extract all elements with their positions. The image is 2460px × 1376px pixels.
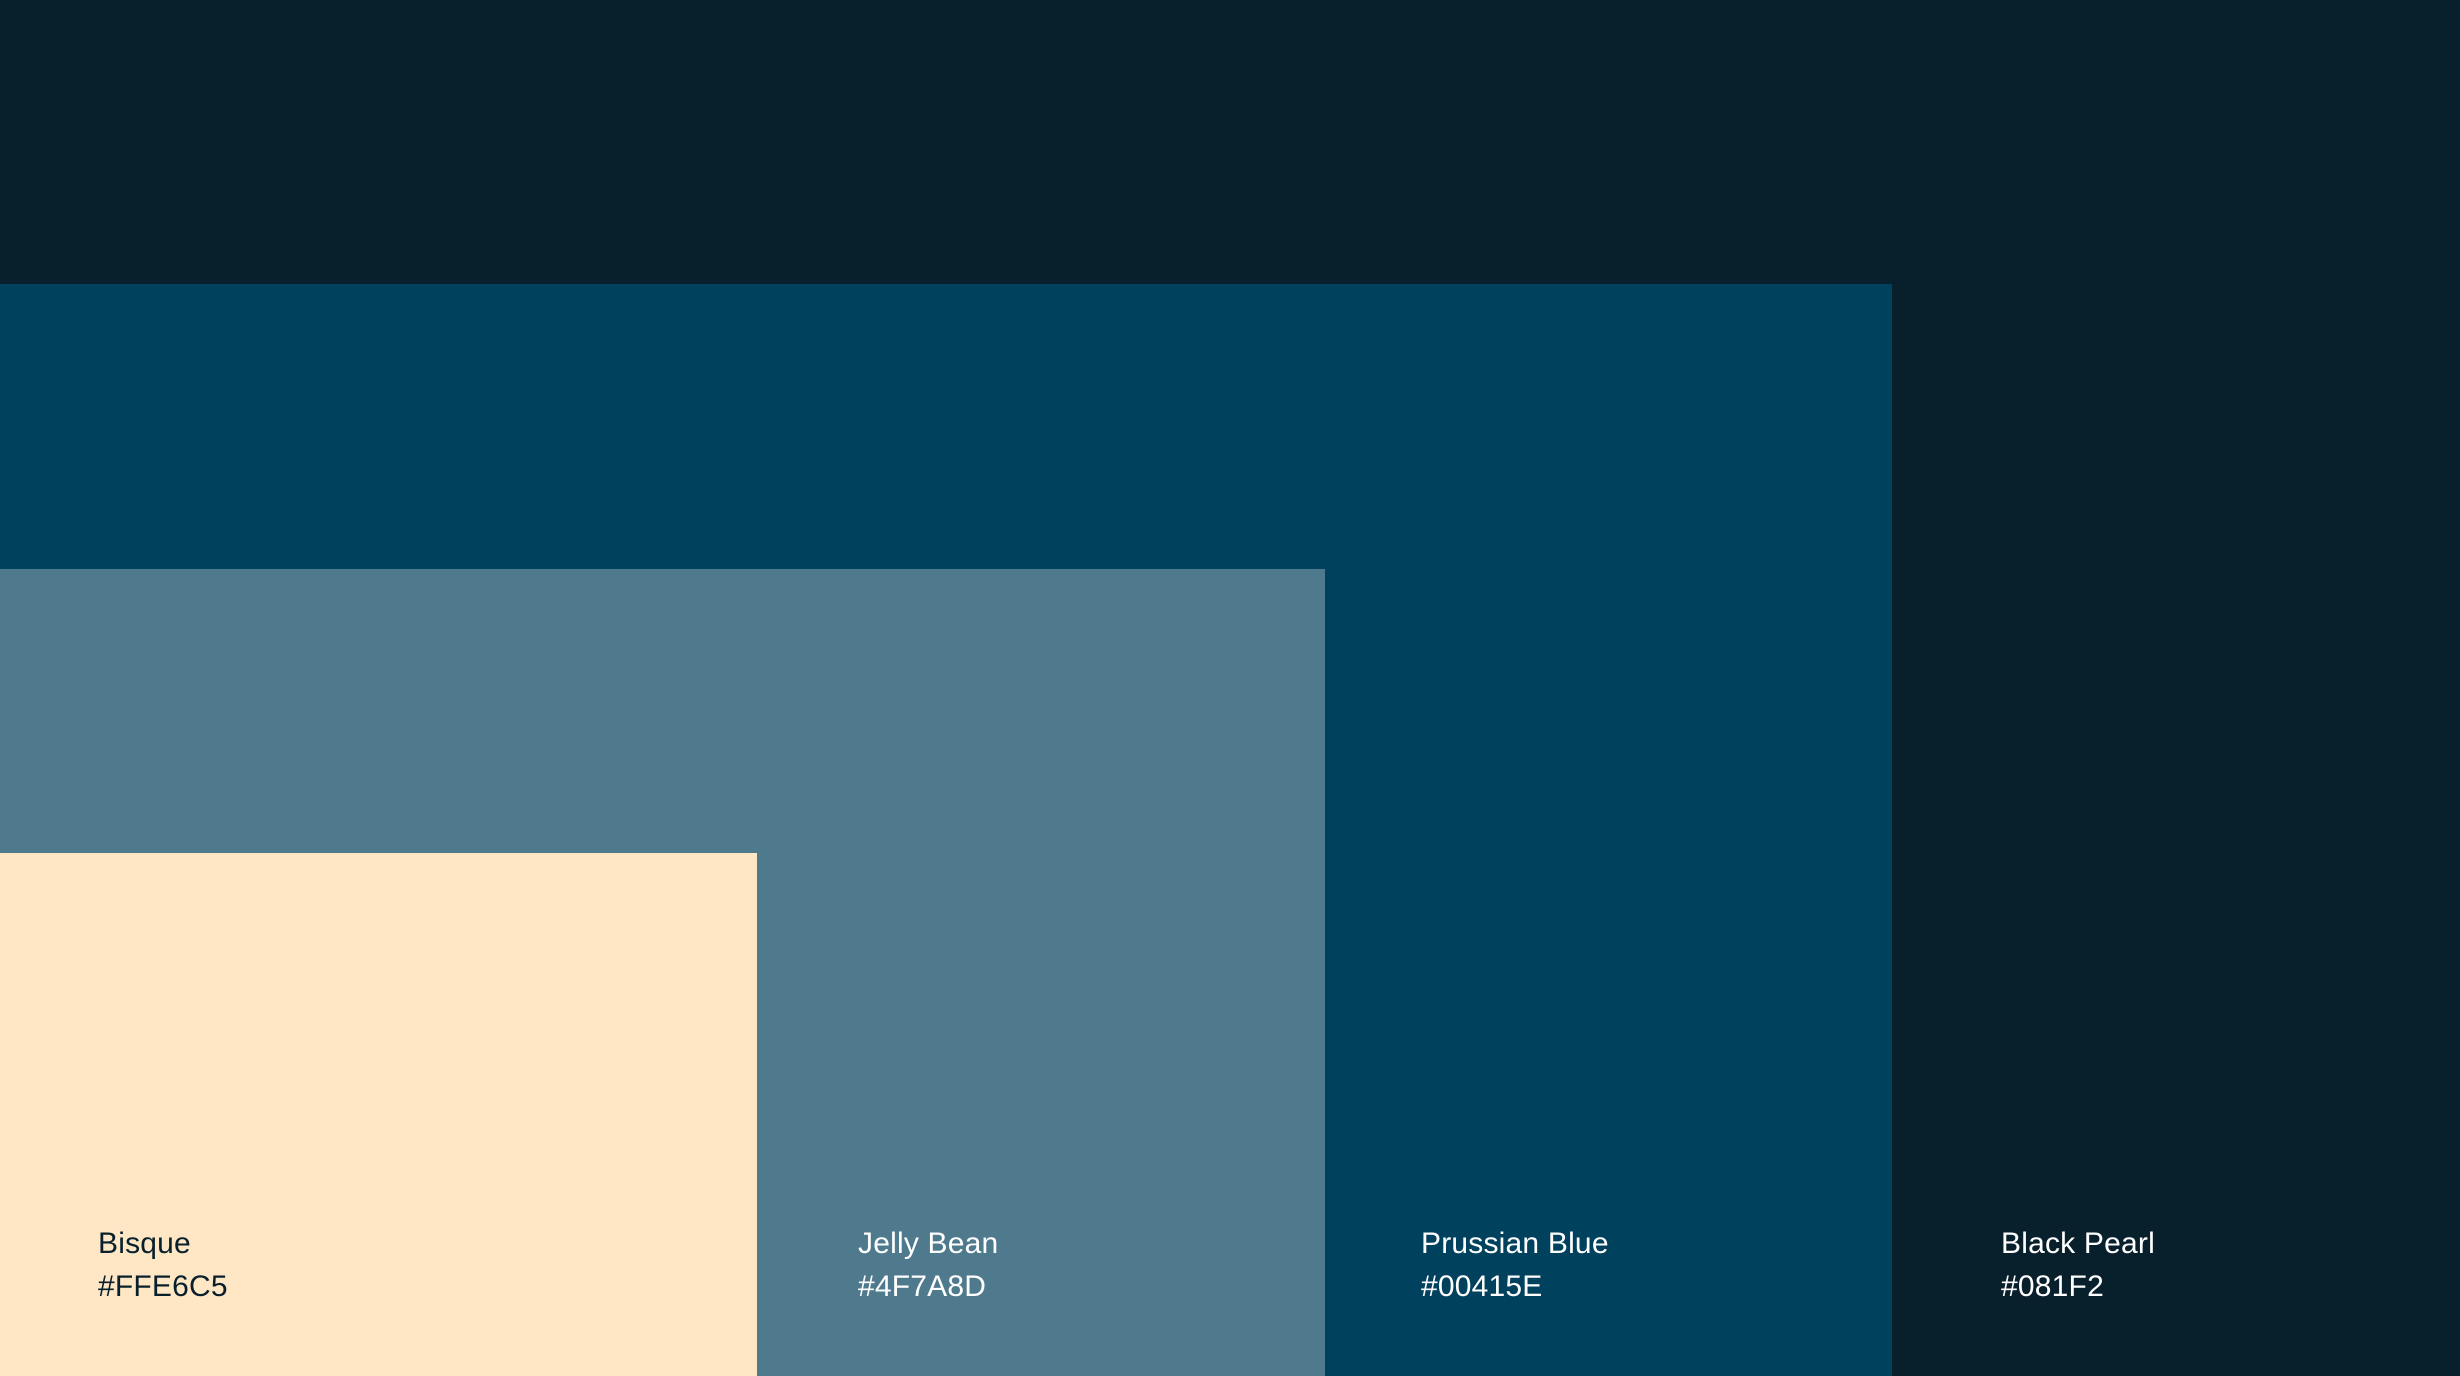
- swatch-name: Bisque: [98, 1227, 191, 1260]
- swatch-name: Black Pearl: [2001, 1227, 2155, 1260]
- swatch-hex: #4F7A8D: [858, 1270, 987, 1303]
- swatch-label-prussian-blue: Prussian Blue #00415E: [1421, 1222, 1609, 1308]
- swatch-hex: #00415E: [1421, 1270, 1543, 1303]
- color-palette-canvas: Bisque #FFE6C5 Jelly Bean #4F7A8D Prussi…: [0, 0, 2460, 1376]
- swatch-hex: #FFE6C5: [98, 1270, 228, 1303]
- swatch-label-bisque: Bisque #FFE6C5: [98, 1222, 228, 1308]
- swatch-label-jelly-bean: Jelly Bean #4F7A8D: [858, 1222, 998, 1308]
- swatch-hex: #081F2: [2001, 1270, 2104, 1303]
- swatch-name: Prussian Blue: [1421, 1227, 1609, 1260]
- swatch-name: Jelly Bean: [858, 1227, 999, 1260]
- swatch-label-black-pearl: Black Pearl #081F2: [2001, 1222, 2155, 1308]
